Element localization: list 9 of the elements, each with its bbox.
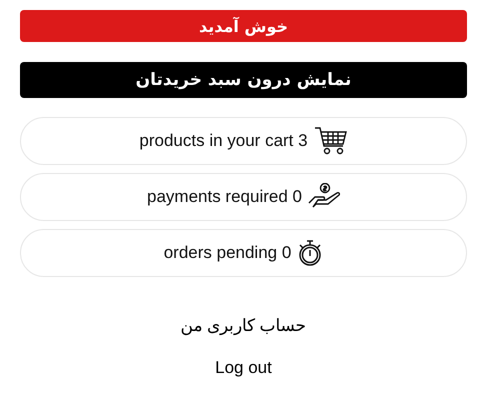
cart-icon [314, 126, 348, 156]
stat-pill[interactable]: orders pending 0 [20, 229, 467, 277]
stopwatch-icon [297, 239, 324, 267]
account-link[interactable]: حساب کاربری من [180, 315, 307, 336]
logout-link[interactable]: Log out [215, 358, 272, 378]
stat-pill[interactable]: products in your cart 3 [20, 117, 467, 165]
welcome-banner: خوش آمدید [20, 10, 467, 42]
stat-pill[interactable]: payments required 0 [20, 173, 467, 221]
view-cart-button[interactable]: نمایش درون سبد خریدتان [20, 62, 467, 98]
